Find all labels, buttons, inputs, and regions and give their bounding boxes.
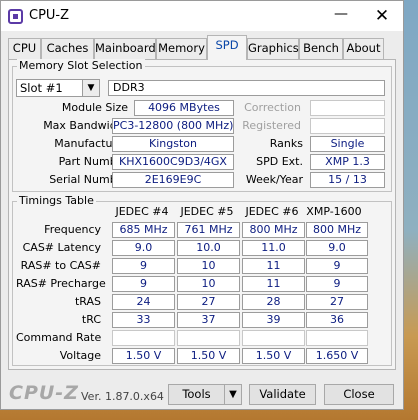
timing-row-label: Command Rate xyxy=(16,331,102,344)
timing-cell: 11.0 xyxy=(242,240,305,256)
timing-cell: 9.0 xyxy=(112,240,175,256)
tab-bench[interactable]: Bench xyxy=(299,38,343,59)
timing-column-header: JEDEC #6 xyxy=(245,205,299,218)
slot-select[interactable]: Slot #1 ▼ xyxy=(16,79,100,97)
registered-value xyxy=(310,118,385,134)
timing-cell: 11 xyxy=(242,258,305,274)
timing-cell: 37 xyxy=(177,312,240,328)
tab-graphics[interactable]: Graphics xyxy=(247,38,299,59)
timing-row-label: tRC xyxy=(81,313,101,326)
tab-mainboard[interactable]: Mainboard xyxy=(94,38,156,59)
version-label: Ver. 1.87.0.x64 xyxy=(81,390,164,403)
timing-cell: 761 MHz xyxy=(177,222,240,238)
window-title: CPU-Z xyxy=(29,8,70,23)
tab-cpu[interactable]: CPU xyxy=(8,38,41,59)
ranks-label: Ranks xyxy=(269,137,303,150)
timing-cell: 10 xyxy=(177,258,240,274)
week-year-value: 15 / 13 xyxy=(310,172,385,188)
spd-ext-value: XMP 1.3 xyxy=(310,154,385,170)
close-button[interactable]: Close xyxy=(324,384,394,405)
timing-row-label: Voltage xyxy=(59,349,101,362)
timing-column-header: XMP-1600 xyxy=(306,205,362,218)
manufacturer-value: Kingston xyxy=(112,136,234,152)
timing-cell: 685 MHz xyxy=(112,222,175,238)
module-size-label: Module Size xyxy=(61,101,128,114)
timing-cell: 1.50 V xyxy=(177,348,240,364)
timing-row-label: RAS# to CAS# xyxy=(20,259,101,272)
timing-cell: 1.50 V xyxy=(242,348,305,364)
timing-cell: 800 MHz xyxy=(242,222,305,238)
timing-cell: 10.0 xyxy=(177,240,240,256)
timing-column-header: JEDEC #4 xyxy=(115,205,169,218)
cpuz-app-icon xyxy=(8,9,23,24)
timing-cell: 33 xyxy=(112,312,175,328)
timing-row-label: tRAS xyxy=(74,295,101,308)
slot-select-value: Slot #1 xyxy=(20,81,63,95)
timing-column-header: JEDEC #5 xyxy=(180,205,234,218)
registered-label: Registered xyxy=(242,119,301,132)
tab-memory[interactable]: Memory xyxy=(156,38,207,59)
tab-caches[interactable]: Caches xyxy=(41,38,94,59)
timing-cell: 1.50 V xyxy=(112,348,175,364)
timing-cell: 9 xyxy=(306,258,368,274)
timing-cell: 39 xyxy=(242,312,305,328)
timing-cell: 28 xyxy=(242,294,305,310)
correction-value xyxy=(310,100,385,116)
timing-cell: 9 xyxy=(112,258,175,274)
title-bar[interactable]: CPU-Z — ✕ xyxy=(1,1,403,31)
timing-cell: 36 xyxy=(306,312,368,328)
max-bandwidth-value: PC3-12800 (800 MHz) xyxy=(112,118,234,134)
timing-cell: 9.0 xyxy=(306,240,368,256)
timing-row-label: CAS# Latency xyxy=(22,241,101,254)
spd-ext-label: SPD Ext. xyxy=(256,155,303,168)
timing-cell: 800 MHz xyxy=(306,222,368,238)
timing-cell: 9 xyxy=(112,276,175,292)
cpuz-window: CPU-Z — ✕ CPU Caches Mainboard Memory SP… xyxy=(0,0,404,410)
tools-button[interactable]: Tools xyxy=(168,384,225,405)
module-size-value: 4096 MBytes xyxy=(134,100,234,116)
tab-spd[interactable]: SPD xyxy=(207,35,247,60)
timing-cell xyxy=(112,330,175,346)
tools-dropdown-arrow-icon[interactable]: ▼ xyxy=(224,384,242,405)
ranks-value: Single xyxy=(310,136,385,152)
memory-slot-legend: Memory Slot Selection xyxy=(17,59,145,72)
timing-cell: 9 xyxy=(306,276,368,292)
timing-cell xyxy=(306,330,368,346)
memory-type-field: DDR3 xyxy=(108,80,385,96)
cpuz-brand-logo: CPU-Z xyxy=(9,382,79,404)
timing-cell xyxy=(242,330,305,346)
chevron-down-icon: ▼ xyxy=(82,80,99,96)
close-window-button[interactable]: ✕ xyxy=(361,1,403,31)
correction-label: Correction xyxy=(244,101,301,114)
timing-cell: 27 xyxy=(306,294,368,310)
validate-button[interactable]: Validate xyxy=(249,384,316,405)
timing-cell: 24 xyxy=(112,294,175,310)
tab-about[interactable]: About xyxy=(343,38,384,59)
part-number-value: KHX1600C9D3/4GX xyxy=(112,154,234,170)
timing-cell: 27 xyxy=(177,294,240,310)
minimize-button[interactable]: — xyxy=(323,1,359,31)
serial-number-value: 2E169E9C xyxy=(112,172,234,188)
timing-cell: 11 xyxy=(242,276,305,292)
timing-cell: 10 xyxy=(177,276,240,292)
timing-row-label: Frequency xyxy=(44,223,101,236)
week-year-label: Week/Year xyxy=(245,173,303,186)
timing-row-label: RAS# Precharge xyxy=(16,277,106,290)
timing-cell xyxy=(177,330,240,346)
timing-cell: 1.650 V xyxy=(306,348,368,364)
timings-table-legend: Timings Table xyxy=(17,194,96,207)
